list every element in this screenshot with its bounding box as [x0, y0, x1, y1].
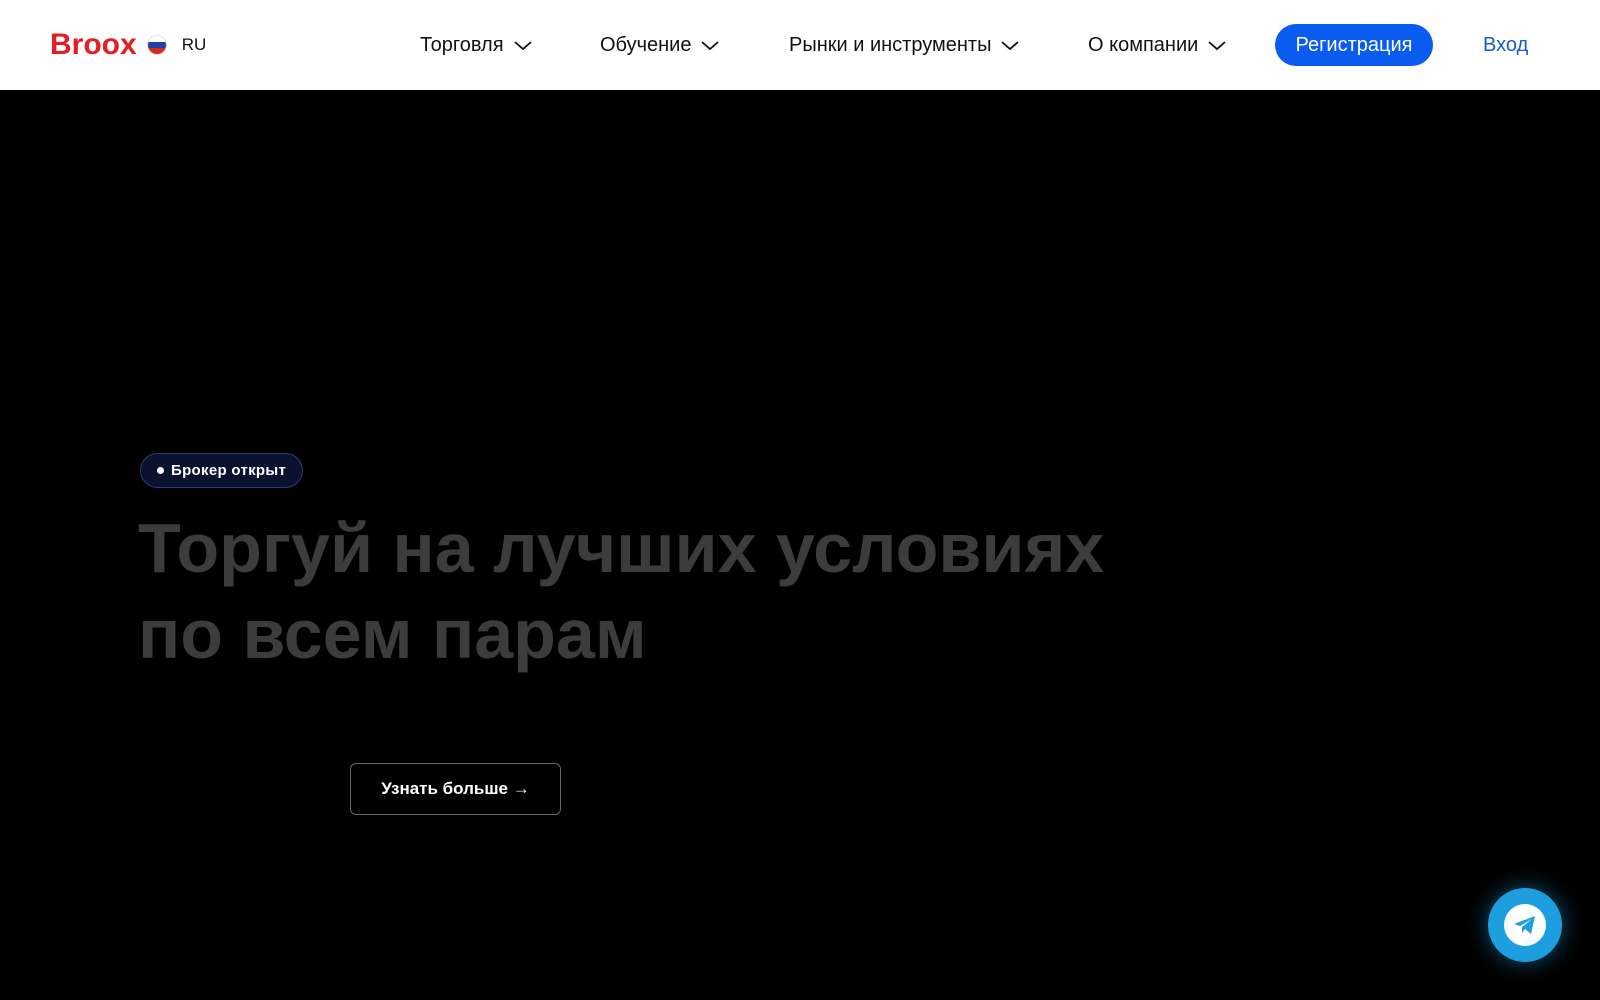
telegram-icon-circle	[1504, 904, 1546, 946]
nav-item-label: Обучение	[600, 33, 692, 56]
nav-item-trading[interactable]: Торговля	[420, 34, 532, 57]
register-button[interactable]: Регистрация	[1275, 24, 1433, 66]
telegram-icon	[1514, 916, 1535, 934]
nav-item-markets[interactable]: Рынки и инструменты	[789, 33, 1020, 57]
nav-item-education[interactable]: Обучение	[600, 33, 720, 57]
hero-section: Брокер открыт Торгуй на лучших условиях …	[0, 90, 1600, 1000]
language-selector[interactable]: RU	[182, 35, 207, 55]
russia-flag-icon[interactable]	[146, 35, 167, 55]
status-badge-label: Брокер открыт	[171, 462, 287, 479]
hero-headline: Торгуй на лучших условиях по всем парам	[138, 505, 1238, 677]
nav-item-label: Торговля	[420, 33, 504, 56]
chevron-down-icon	[1208, 41, 1226, 51]
chevron-down-icon	[701, 41, 720, 51]
nav-item-label: О компании	[1088, 33, 1199, 56]
telegram-chat-button[interactable]	[1488, 888, 1562, 962]
hero-headline-line-2: по всем парам	[138, 595, 647, 673]
site-header: Broox RU Торговля Обучение Рынки и инстр…	[0, 0, 1600, 90]
login-link[interactable]: Вход	[1483, 0, 1528, 90]
chevron-down-icon	[513, 41, 532, 51]
status-dot-icon	[157, 467, 164, 474]
learn-more-button[interactable]: Узнать больше →	[350, 763, 561, 815]
logo-group: Broox RU	[50, 0, 206, 90]
chevron-down-icon	[1001, 41, 1020, 51]
hero-headline-line-1: Торгуй на лучших условиях	[138, 509, 1105, 587]
nav-item-company[interactable]: О компании	[1088, 34, 1226, 57]
status-badge: Брокер открыт	[140, 453, 304, 488]
brand-logo[interactable]: Broox	[50, 28, 137, 62]
nav-item-label: Рынки и инструменты	[789, 33, 992, 56]
